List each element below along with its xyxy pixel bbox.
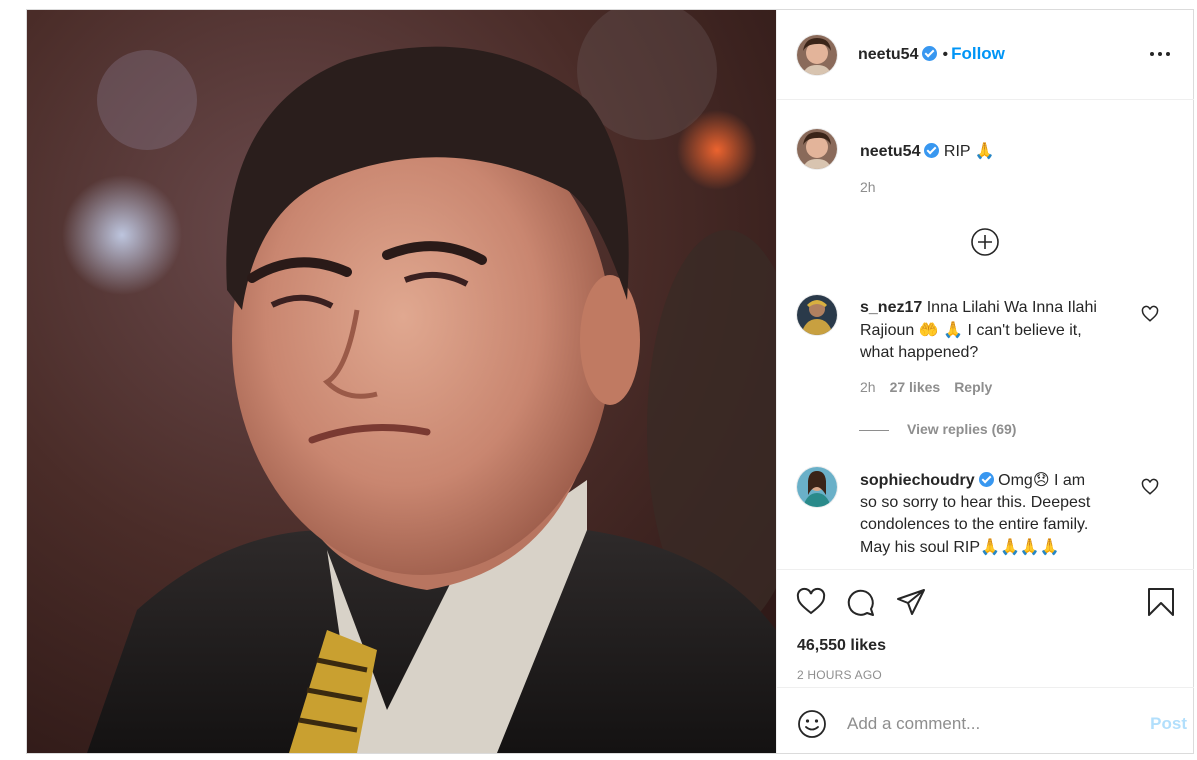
author-avatar[interactable]	[797, 35, 837, 75]
post-actions: 46,550 likes 2 HOURS AGO	[777, 569, 1194, 687]
follow-button[interactable]: Follow	[951, 44, 1005, 63]
caption-username[interactable]: neetu54	[860, 143, 920, 160]
comment-line: I am	[1053, 472, 1086, 489]
add-comment-bar: Post	[777, 687, 1194, 753]
comment-like-icon[interactable]	[1141, 478, 1159, 496]
comment-line: Omg	[998, 472, 1033, 489]
post-sidebar: neetu54 • Follow neetu54 RIP 🙏 2h s_nez1…	[776, 10, 1194, 753]
comment-meta: 2h 27 likes Reply	[860, 379, 992, 395]
separator-dot: •	[942, 46, 949, 63]
comment-line: May his soul RIP	[860, 539, 981, 556]
comment-username[interactable]: sophiechoudry	[860, 472, 975, 489]
post-photo[interactable]	[27, 10, 776, 753]
comment-likes[interactable]: 27 likes	[890, 379, 941, 395]
comment-text: s_nez17 Inna Lilahi Wa Inna Ilahi Rajiou…	[860, 297, 1140, 364]
caption: neetu54 RIP 🙏	[860, 140, 995, 163]
more-options-icon[interactable]	[1150, 46, 1174, 62]
caption-emoji: 🙏	[974, 141, 995, 160]
share-icon[interactable]	[895, 586, 927, 618]
comment-age: 2h	[860, 379, 876, 395]
caption-text: RIP	[943, 143, 971, 160]
comment-line: condolences to the entire family.	[860, 516, 1089, 533]
comment-emoji: 🙏🙏🙏🙏	[980, 537, 1060, 556]
comment-line: what happened?	[860, 344, 979, 361]
comment-line: Inna Lilahi Wa Inna Ilahi	[926, 299, 1097, 316]
author-username[interactable]: neetu54	[858, 46, 918, 63]
reply-button[interactable]: Reply	[954, 379, 992, 395]
replies-divider	[859, 429, 889, 431]
comment-like-icon[interactable]	[1141, 305, 1159, 323]
comments-list[interactable]: neetu54 RIP 🙏 2h s_nez17 Inna Lilahi Wa …	[777, 101, 1194, 569]
like-count[interactable]: 46,550 likes	[797, 637, 886, 655]
commenter-avatar[interactable]	[797, 467, 837, 507]
verified-badge-icon	[924, 143, 940, 158]
post-modal: neetu54 • Follow neetu54 RIP 🙏 2h s_nez1…	[26, 9, 1194, 754]
portrait-image	[27, 10, 776, 753]
commenter-avatar[interactable]	[797, 295, 837, 335]
comment-emoji: 🤲	[918, 320, 939, 339]
comment-input[interactable]	[847, 710, 1127, 738]
verified-badge-icon	[978, 472, 994, 487]
comment-emoji: 😞	[1032, 470, 1050, 489]
post-timestamp: 2 HOURS AGO	[797, 668, 882, 682]
save-icon[interactable]	[1145, 586, 1177, 618]
view-replies-button[interactable]: View replies (69)	[859, 421, 1016, 437]
caption-avatar[interactable]	[797, 129, 837, 169]
comment-icon[interactable]	[845, 586, 877, 618]
comment-line: so so sorry to hear this. Deepest	[860, 494, 1091, 511]
comment-username[interactable]: s_nez17	[860, 299, 922, 316]
load-more-icon[interactable]	[970, 227, 1000, 257]
emoji-icon[interactable]	[797, 709, 827, 739]
view-replies-label: View replies (69)	[907, 421, 1017, 437]
caption-age: 2h	[860, 179, 876, 195]
post-header: neetu54 • Follow	[777, 10, 1194, 100]
post-comment-button[interactable]: Post	[1150, 714, 1187, 734]
comment-line: Rajioun	[860, 322, 915, 339]
verified-badge-icon	[922, 46, 938, 61]
comment-line: I can't believe it,	[967, 322, 1082, 339]
comment-emoji: 🙏	[943, 320, 964, 339]
comment-text: sophiechoudry Omg😞 I am so so sorry to h…	[860, 469, 1150, 559]
like-icon[interactable]	[795, 586, 827, 618]
